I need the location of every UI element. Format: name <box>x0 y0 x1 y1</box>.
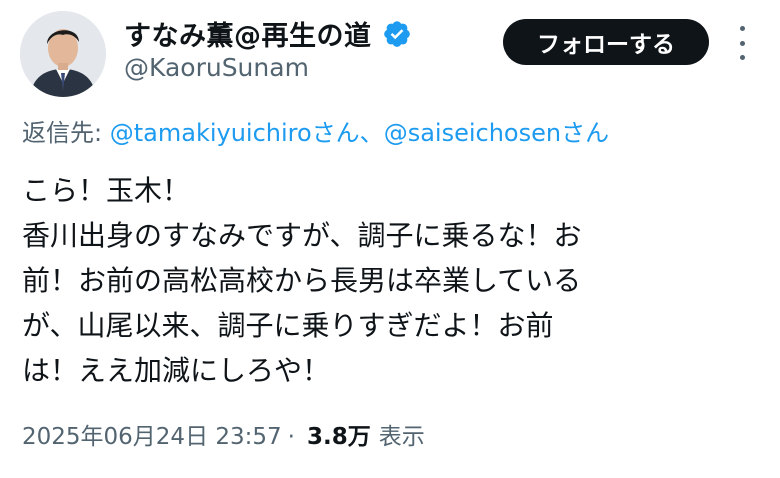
profile-photo <box>20 11 106 97</box>
author-name-row: すなみ薫@再生の道 <box>124 14 412 53</box>
reply-to-prefix: 返信先: <box>22 119 103 147</box>
tweet-line: 香川出身のすなみですが、調子に乗るな！お <box>22 219 582 252</box>
meta-separator: · <box>287 424 295 450</box>
verified-badge-icon[interactable] <box>382 19 412 49</box>
tweet-text: こら！玉木！ 香川出身のすなみですが、調子に乗るな！お 前！お前の高松高校から長… <box>22 168 767 393</box>
timestamp-link[interactable]: 2025年06月24日 23:57 <box>22 417 282 451</box>
reply-to-line: 返信先: @tamakiyuichiroさん、@saiseichosenさん <box>22 113 609 148</box>
more-vertical-icon[interactable] <box>733 26 751 60</box>
mention-suffix: さん、 <box>311 119 384 147</box>
mention-text: @tamakiyuichiro <box>109 119 312 147</box>
tweet-line: が、山尾以来、調子に乗りすぎだよ！お前 <box>22 309 554 342</box>
mention-link-tamakiyuichiro[interactable]: @tamakiyuichiroさん、 <box>110 119 384 147</box>
avatar[interactable] <box>20 11 106 97</box>
mention-link-saiseichosen[interactable]: @saiseichosenさん <box>384 119 609 147</box>
mention-text: @saiseichosen <box>383 119 562 147</box>
follow-button[interactable]: フォローする <box>503 19 709 65</box>
author-display-name[interactable]: すなみ薫@再生の道 <box>124 14 372 53</box>
tweet-line: 前！お前の高松高校から長男は卒業している <box>22 264 582 297</box>
tweet-meta: 2025年06月24日 23:57 · 3.8万 表示 <box>22 417 425 451</box>
tweet-line: は！ええ加減にしろや！ <box>22 354 331 387</box>
author-handle[interactable]: @KaoruSunam <box>124 53 309 82</box>
tweet-line: こら！玉木！ <box>22 174 191 207</box>
views-count: 3.8万 <box>306 424 371 450</box>
views-label: 表示 <box>378 424 425 450</box>
mention-suffix: さん <box>561 119 610 147</box>
